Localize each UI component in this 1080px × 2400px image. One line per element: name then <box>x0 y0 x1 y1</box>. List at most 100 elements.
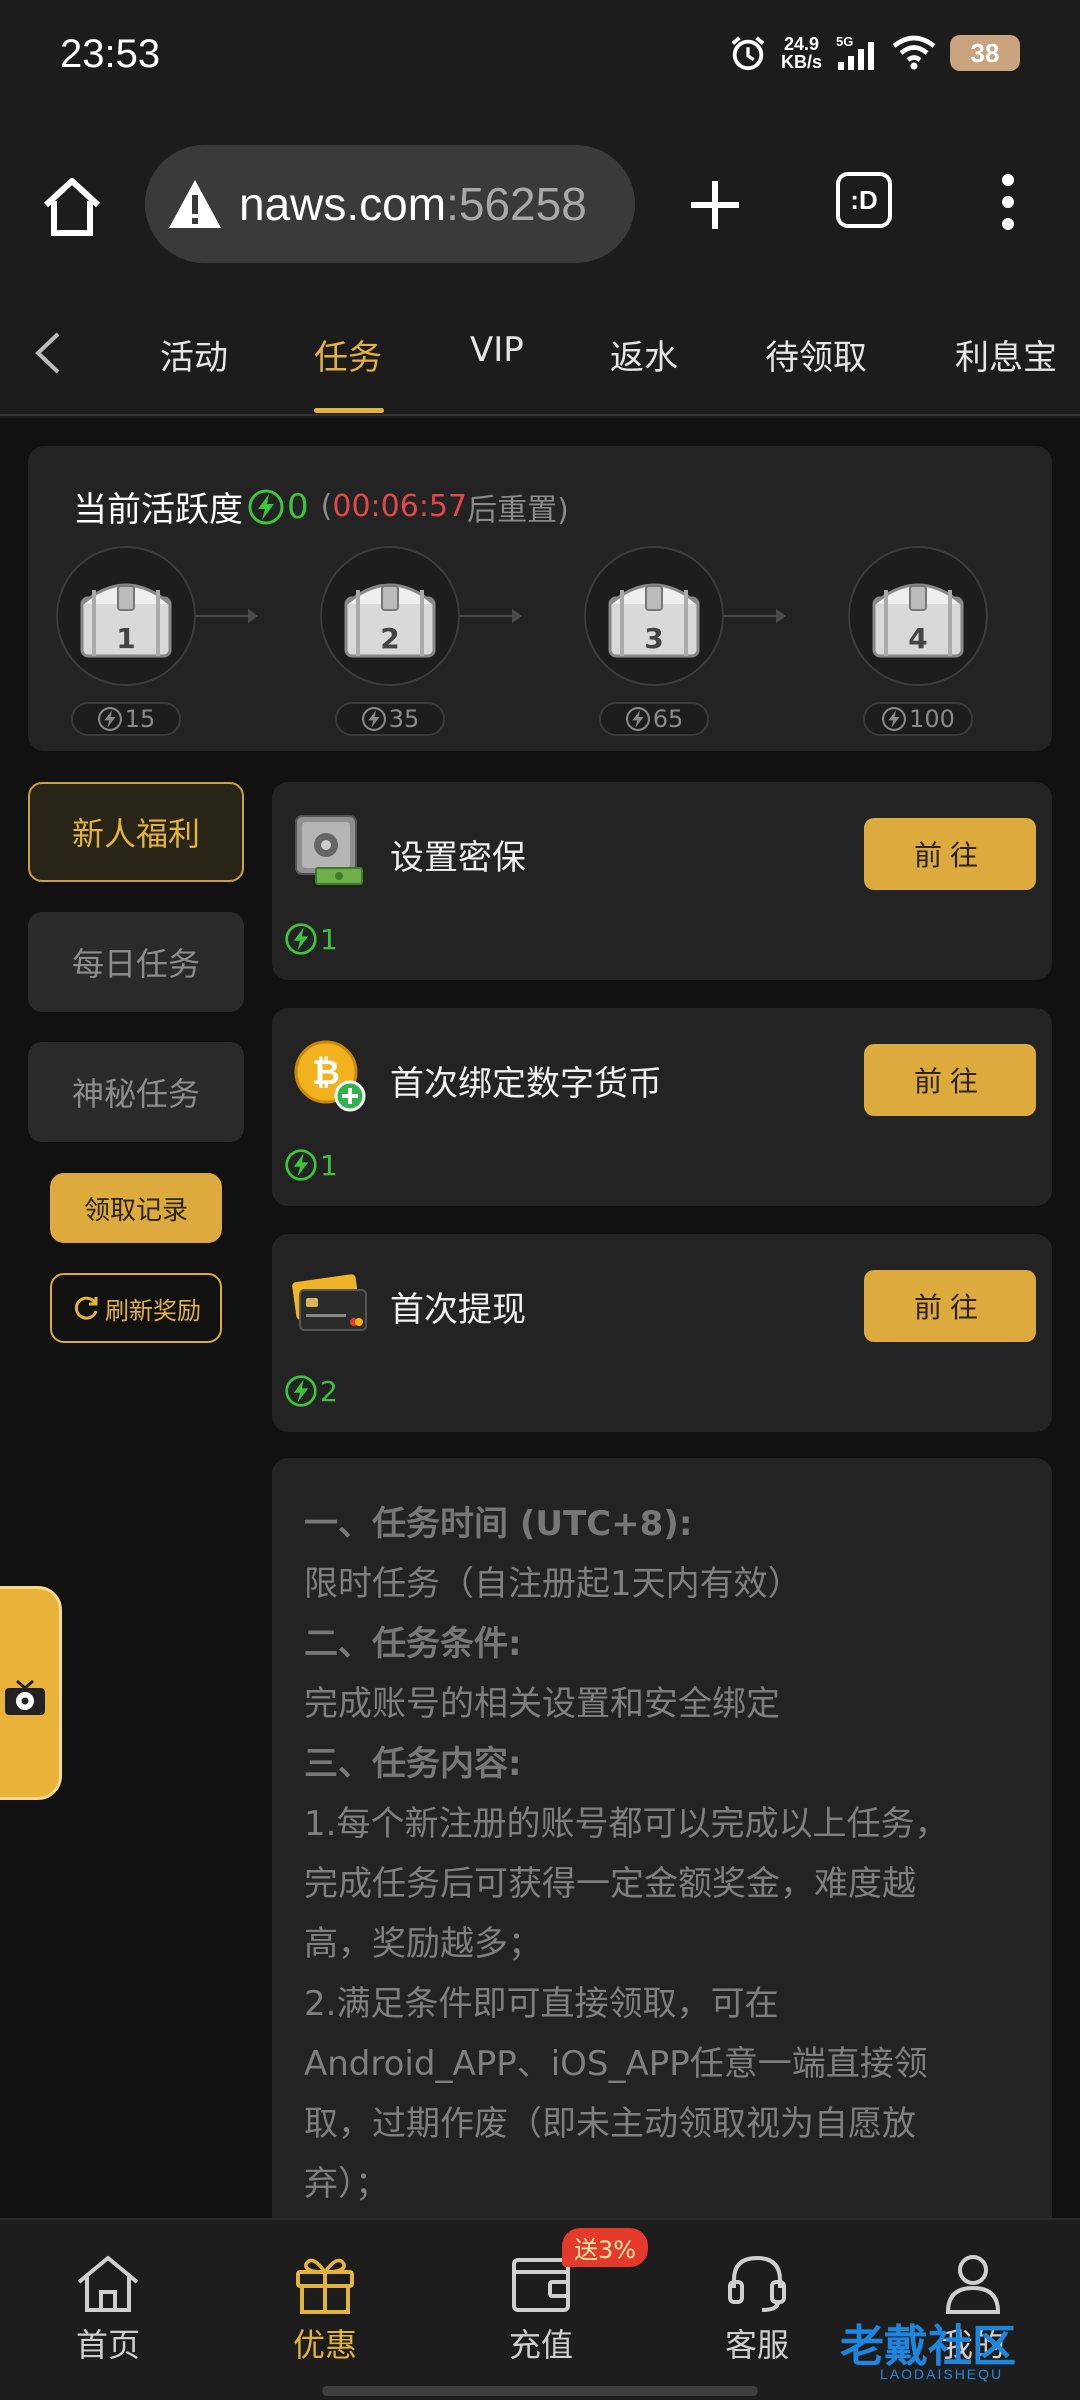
tab-interest[interactable]: 利息宝 <box>955 330 1057 379</box>
tv-football-icon <box>5 1679 45 1715</box>
rules-text: 取，过期作废（即未主动领取视为自愿放 <box>304 2104 916 2144</box>
energy-bolt-icon <box>285 1149 317 1181</box>
more-vert-icon[interactable] <box>990 170 1026 234</box>
bottom-nav-label: 客服 <box>724 2326 789 2364</box>
side-menu-daily[interactable]: 每日任务 <box>28 912 244 1012</box>
watermark-subtitle: LAODAISHEQU <box>880 2366 1004 2382</box>
battery-icon: 38 <box>950 35 1020 71</box>
side-menu-mystery[interactable]: 神秘任务 <box>28 1042 244 1142</box>
chest-requirement: 100 <box>863 702 973 736</box>
bottom-nav-promotions[interactable]: 优惠 <box>255 2250 395 2370</box>
reward-chest[interactable]: 2 <box>320 546 460 686</box>
refresh-icon <box>74 1296 98 1320</box>
bank-card-icon <box>292 1274 367 1331</box>
task-card: 设置密保 前往 1 <box>272 782 1052 980</box>
alarm-icon <box>731 36 765 71</box>
floating-sports-widget[interactable] <box>0 1586 62 1800</box>
wifi-icon <box>892 35 936 70</box>
chest-number: 2 <box>380 622 400 655</box>
go-button[interactable]: 前往 <box>864 1270 1036 1342</box>
reward-chest[interactable]: 4 <box>848 546 988 686</box>
chest-number: 4 <box>908 622 928 655</box>
refresh-reward-button[interactable]: 刷新奖励 <box>50 1273 222 1343</box>
home-icon[interactable] <box>40 175 104 239</box>
task-rules: 一、任务时间 (UTC+8): 限时任务（自注册起1天内有效） 二、任务条件: … <box>272 1458 1052 2218</box>
task-reward: 2 <box>284 1374 338 1408</box>
status-icons: 24.9 KB/s 5G 38 <box>729 34 1020 72</box>
rules-text: 弃）； <box>304 2164 389 2204</box>
address-bar[interactable]: naws.com:56258 <box>145 145 635 263</box>
tab-rebate[interactable]: 返水 <box>610 330 678 379</box>
claim-record-button[interactable]: 领取记录 <box>50 1173 222 1243</box>
energy-bolt-icon <box>285 1375 317 1407</box>
headset-icon <box>728 2255 786 2312</box>
task-title: 设置密保 <box>390 838 526 878</box>
new-tab-plus-icon[interactable] <box>685 175 745 235</box>
reward-chest[interactable]: 1 <box>56 546 196 686</box>
tab-tasks[interactable]: 任务 <box>314 330 382 379</box>
treasure-chest-icon: 3 <box>602 570 706 662</box>
task-reward: 1 <box>284 922 338 956</box>
user-icon <box>945 2255 1001 2314</box>
net-speed-unit: KB/s <box>780 52 822 72</box>
chest-requirement: 35 <box>335 702 445 736</box>
rules-text: 高，奖励越多； <box>304 1924 542 1964</box>
side-menu-newbie[interactable]: 新人福利 <box>28 782 244 882</box>
bottom-nav-label: 优惠 <box>292 2326 357 2364</box>
url-text: naws.com:56258 <box>239 177 587 231</box>
energy-bolt-icon <box>882 707 907 731</box>
treasure-chest-icon: 4 <box>866 570 970 662</box>
rules-heading: 一、任务时间 (UTC+8): <box>304 1504 693 1544</box>
bitcoin-icon: ₿ <box>294 1040 366 1112</box>
tab-activity[interactable]: 活动 <box>160 330 228 379</box>
url-port: :56258 <box>446 178 587 230</box>
energy-bolt-icon <box>361 707 386 731</box>
chest-need-value: 100 <box>909 705 955 733</box>
chest-arrow <box>724 609 786 623</box>
tab-switcher-button[interactable]: :D <box>836 172 892 228</box>
reward-chest[interactable]: 3 <box>584 546 724 686</box>
warning-icon[interactable] <box>167 178 223 230</box>
task-card: ₿ 首次绑定数字货币 前往 1 <box>272 1008 1052 1206</box>
treasure-chest-icon: 2 <box>338 570 442 662</box>
promo-badge: 送3% <box>562 2228 649 2267</box>
watermark-logo: 老戴社区 <box>840 2321 1016 2372</box>
reset-countdown: 00:06:57 <box>332 489 468 524</box>
bottom-nav-support[interactable]: 客服 <box>687 2250 827 2370</box>
energy-bolt-icon <box>248 489 284 524</box>
url-host: naws.com <box>239 178 447 230</box>
net-speed-value: 24.9 <box>783 34 820 54</box>
activity-value: 0 <box>287 486 309 527</box>
task-content: 当前活跃度 0 (00:06:57 后重置) 1 15 2 35 3 65 4 … <box>0 418 1080 2218</box>
activity-title: 当前活跃度 <box>73 490 243 530</box>
task-title: 首次提现 <box>390 1290 526 1330</box>
status-bar: 23:53 24.9 KB/s 5G 38 <box>0 0 1080 115</box>
task-card: 首次提现 前往 2 <box>272 1234 1052 1432</box>
task-reward-value: 1 <box>320 1148 338 1182</box>
tab-vip[interactable]: VIP <box>470 330 524 370</box>
rules-text: 1.每个新注册的账号都可以完成以上任务， <box>304 1804 949 1844</box>
svg-text:₿: ₿ <box>312 1053 340 1093</box>
rules-heading: 三、任务内容: <box>304 1744 522 1784</box>
chest-arrow <box>196 609 258 623</box>
bottom-nav-label: 首页 <box>75 2326 140 2364</box>
home-icon <box>77 2256 139 2312</box>
treasure-chest-icon: 1 <box>74 570 178 662</box>
category-tabs: 活动 任务 VIP 返水 待领取 利息宝 <box>0 290 1080 416</box>
network-type: 5G <box>836 34 853 49</box>
signal-icon: 5G <box>836 34 874 70</box>
bottom-nav-home[interactable]: 首页 <box>38 2250 178 2370</box>
go-button[interactable]: 前往 <box>864 1044 1036 1116</box>
go-button[interactable]: 前往 <box>864 818 1036 890</box>
chest-number: 1 <box>116 622 136 655</box>
gift-icon <box>296 2258 354 2314</box>
chest-arrow <box>460 609 522 623</box>
energy-bolt-icon <box>285 923 317 955</box>
bottom-nav-deposit[interactable]: 充值 <box>471 2250 611 2370</box>
bottom-nav-label: 充值 <box>508 2326 573 2364</box>
back-chevron-icon[interactable] <box>32 330 62 376</box>
chest-progress-row: 1 15 2 35 3 65 4 100 <box>28 546 1052 736</box>
browser-toolbar: naws.com:56258 :D <box>0 115 1080 290</box>
refresh-label: 刷新奖励 <box>105 1296 201 1325</box>
tab-pending[interactable]: 待领取 <box>765 330 867 379</box>
